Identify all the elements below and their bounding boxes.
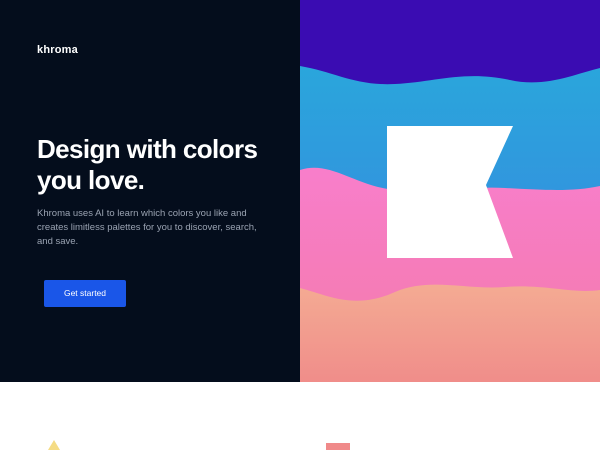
- khroma-logo[interactable]: khroma: [37, 44, 78, 56]
- hero-description: Khroma uses AI to learn which colors you…: [37, 208, 257, 247]
- triangle-icon: [48, 440, 60, 450]
- get-started-button[interactable]: Get started: [44, 280, 126, 307]
- features-section: [0, 382, 600, 450]
- bar-icon: [326, 443, 350, 450]
- hero-text-panel: khroma Design with colors you love. Khro…: [0, 0, 300, 382]
- hero-art-panel: [300, 0, 600, 382]
- wave-illustration: [300, 0, 600, 382]
- hero-section: khroma Design with colors you love. Khro…: [0, 0, 600, 382]
- hero-headline: Design with colors you love.: [37, 134, 258, 195]
